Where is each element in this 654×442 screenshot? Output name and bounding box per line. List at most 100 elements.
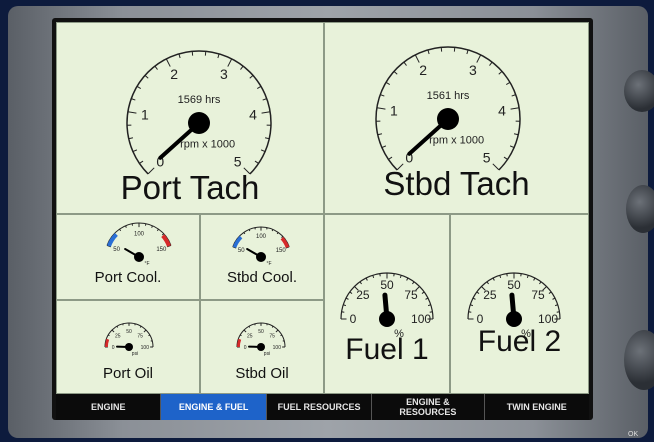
gauge-tick [136, 85, 141, 89]
hardware-knob[interactable] [624, 330, 654, 390]
gauge-tick [393, 71, 398, 75]
gauge-band [232, 235, 243, 249]
gauge-tick [248, 229, 251, 232]
gauge-tick-label: 1 [141, 106, 149, 122]
gauge-tick-label: 75 [137, 334, 143, 340]
gauge-tick [239, 334, 242, 337]
gauge-tick [261, 111, 271, 114]
gauge-tick [472, 297, 476, 300]
gauge-tick [425, 297, 429, 300]
fuel2-panel: 0 25 50 75 100% Fuel 2 [450, 214, 589, 394]
gauge-tick-label: 0 [244, 345, 247, 351]
port-coolant-title: Port Cool. [94, 269, 162, 286]
gauge-tick [365, 277, 368, 281]
gauge-tick [476, 291, 480, 294]
gauge-tick-label: 25 [356, 288, 370, 302]
stbd-coolant-panel: 50 100 150 °F Stbd Cool. [200, 214, 324, 300]
stbd-coolant-title: Stbd Cool. [226, 269, 298, 286]
gauge-tick [119, 228, 122, 232]
gauge-tick [377, 133, 383, 136]
gauge-tick [280, 334, 283, 337]
gauge-tick [151, 225, 153, 228]
gauge-hub [437, 108, 459, 130]
hardware-knob[interactable] [624, 70, 654, 112]
gauge-unit-label: rpm x 1000 [429, 134, 484, 146]
gauge-tick [148, 334, 151, 337]
gauge-tick [554, 304, 558, 307]
gauge-tick [128, 137, 134, 140]
gauge-tick [399, 275, 402, 279]
gauge-tick [492, 277, 495, 281]
gauge-tick-label: 1 [390, 102, 398, 118]
gauge-tick [499, 275, 502, 279]
gauge-tick [281, 236, 284, 239]
gauge-tick [526, 275, 529, 279]
gauge-tick [403, 61, 407, 66]
gauge-tick [380, 94, 385, 97]
gauge-tick [466, 49, 469, 55]
gauge-tick [376, 107, 386, 110]
gauge-tick [276, 232, 279, 235]
gauge-tick [107, 334, 110, 337]
stbd-oil-title: Stbd Oil [235, 365, 289, 382]
gauge-tick [260, 149, 266, 153]
ok-button-label: OK [628, 431, 639, 438]
gauge-tick [533, 277, 536, 281]
tab-engine-and-resources[interactable]: ENGINE & RESOURCES [372, 394, 485, 420]
gauge-band [161, 234, 171, 247]
stbd-tach-panel: 0 1 2 3 4 5 1561 hrs rpm x 1000 Stbd Tach [324, 22, 589, 214]
gauge-tick-label: 100 [141, 345, 150, 351]
tab-fuel-resources[interactable]: FUEL RESOURCES [267, 394, 373, 420]
gauge-tick [359, 281, 362, 285]
gauge-tick [264, 137, 270, 140]
gauge-tick [139, 160, 144, 164]
gauge-tick [506, 81, 511, 85]
engine-hours-readout: 1569 hrs [178, 94, 221, 106]
gauge-tick [254, 160, 259, 164]
gauge-tick-label: 4 [498, 102, 506, 118]
gauge-tick-label: 0 [350, 312, 357, 326]
gauge-tick-label: 50 [258, 329, 264, 335]
gauge-tick-label: 100 [134, 231, 145, 237]
tab-engine-and-fuel[interactable]: ENGINE & FUEL [161, 394, 267, 420]
gauge-tick-label: 50 [380, 278, 394, 292]
gauge-tick [552, 297, 556, 300]
gauge-unit-label: psi [132, 351, 138, 357]
gauge-tick [427, 49, 430, 55]
tab-engine[interactable]: ENGINE [56, 394, 162, 420]
tab-twin-engine[interactable]: TWIN ENGINE [485, 394, 589, 420]
engine-hours-readout: 1561 hrs [427, 90, 470, 102]
gauge-tick [248, 325, 251, 328]
gauge-tick [143, 329, 147, 333]
gauge-tick [372, 275, 375, 279]
gauge-tick [257, 85, 262, 89]
gauge-tick [381, 145, 387, 149]
gauge-tick [240, 65, 244, 70]
gauge-hub [256, 252, 266, 262]
gauge-tick [154, 65, 158, 70]
hardware-knob[interactable] [626, 185, 654, 233]
gauge-tick [243, 232, 246, 235]
gauge-tick [513, 133, 519, 136]
gauge-hub [134, 252, 144, 262]
gauge-tick [156, 228, 159, 232]
gauge-tick [262, 98, 267, 101]
gauge-tick [116, 325, 119, 328]
gauge-tick [125, 225, 127, 228]
gauge-tick [345, 297, 349, 300]
gauge-tick-label: 5 [234, 154, 242, 170]
gauge-tick [349, 291, 353, 294]
hardware-controls [610, 0, 654, 442]
fuel2-gauge: 0255075100% [467, 272, 561, 340]
gauge-tick-label: 0 [112, 345, 115, 351]
gauge-tick [510, 107, 520, 110]
gauge-tick [511, 94, 516, 97]
fuel1-panel: 0 25 50 75 100% Fuel 1 [324, 214, 450, 394]
gauge-tick [385, 81, 390, 85]
gauge-unit-label: °F [144, 261, 149, 267]
gauge-tick [509, 145, 515, 149]
gauge-band [280, 236, 290, 249]
gauge-tick [132, 149, 138, 153]
gauge-tick [539, 281, 542, 285]
gauge-tick [131, 98, 136, 101]
